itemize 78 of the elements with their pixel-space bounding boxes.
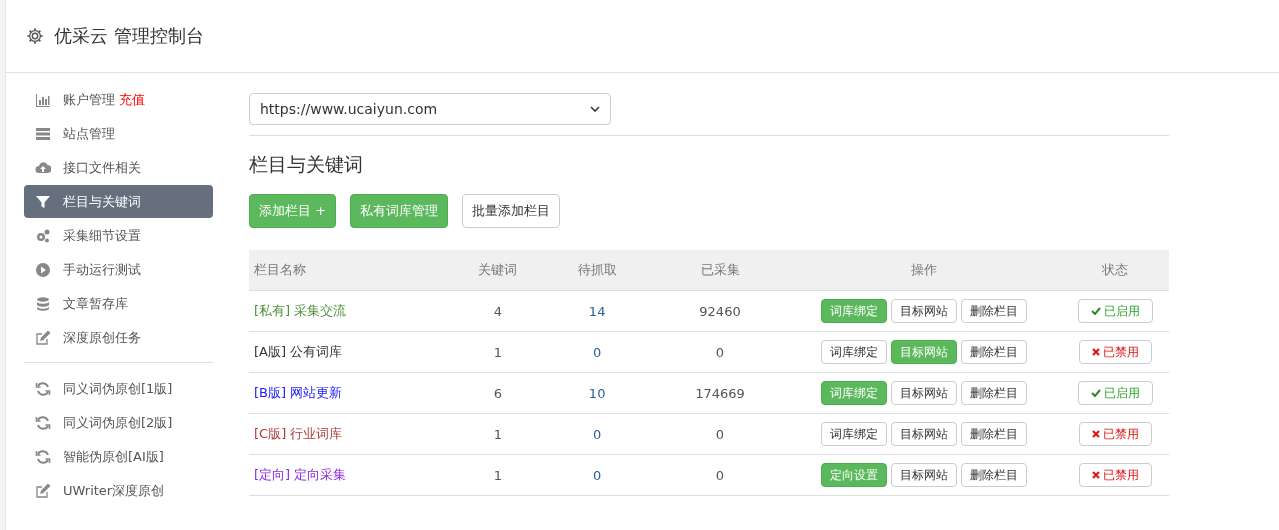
column-header: 状态 — [1061, 250, 1169, 291]
table-cell: 4 — [493, 303, 503, 319]
sidebar-item[interactable]: 接口文件相关 — [24, 151, 213, 184]
status-button[interactable]: 已启用 — [1077, 381, 1153, 405]
action-button[interactable]: 删除栏目 — [961, 299, 1028, 323]
close-icon — [1091, 348, 1100, 356]
table-cell: 10 — [588, 385, 606, 401]
action-button[interactable]: 删除栏目 — [961, 340, 1028, 364]
action-button[interactable]: 删除栏目 — [961, 463, 1028, 487]
sidebar-item[interactable]: 站点管理 — [24, 117, 213, 150]
filter-icon — [35, 193, 51, 210]
section-title: 栏目与关键词 — [249, 152, 364, 177]
cloud-upload-icon — [35, 159, 51, 176]
sidebar-item[interactable]: 同义词伪原创[2版] — [24, 406, 213, 439]
sidebar-item[interactable]: 同义词伪原创[1版] — [24, 372, 213, 405]
refresh-icon — [35, 414, 51, 431]
close-icon — [1091, 430, 1100, 438]
refresh-icon — [35, 448, 51, 465]
check-icon — [1090, 307, 1101, 315]
check-icon — [1090, 389, 1101, 397]
table-cell: 0 — [593, 426, 602, 442]
status-button[interactable]: 已禁用 — [1078, 422, 1152, 446]
sidebar-item[interactable]: 采集细节设置 — [24, 219, 213, 252]
edit-icon — [35, 329, 51, 346]
sidebar-item[interactable]: 栏目与关键词 — [24, 185, 213, 218]
sidebar-item[interactable]: 文章暂存库 — [24, 287, 213, 320]
settings-icon — [26, 27, 44, 45]
table-cell: 1 — [493, 467, 503, 483]
table-cell: 0 — [593, 467, 602, 483]
action-button[interactable]: 目标网站 — [891, 463, 958, 487]
bar-chart-icon — [35, 91, 51, 108]
edit-icon — [35, 482, 51, 499]
recharge-link[interactable]: 充值 — [119, 90, 145, 109]
table-cell: 14 — [588, 303, 606, 319]
table-cell: 0 — [715, 426, 725, 442]
status-button[interactable]: 已禁用 — [1078, 463, 1152, 487]
table-cell: 0 — [715, 344, 725, 360]
column-name-link[interactable]: [私有] 采集交流 — [254, 303, 347, 318]
action-button[interactable]: 目标网站 — [891, 381, 958, 405]
column-header: 关键词 — [454, 250, 541, 291]
action-button[interactable]: 目标网站 — [891, 422, 958, 446]
database-icon — [35, 295, 51, 312]
column-name-link[interactable]: [B版] 网站更新 — [254, 385, 343, 400]
action-button[interactable]: 词库绑定 — [821, 422, 888, 446]
sidebar-item[interactable]: 账户管理 充值 — [24, 83, 213, 116]
close-icon — [1091, 471, 1100, 479]
action-button[interactable]: 删除栏目 — [961, 422, 1028, 446]
server-icon — [35, 125, 51, 142]
column-header: 已采集 — [653, 250, 787, 291]
page-title: 优采云 管理控制台 — [54, 24, 204, 48]
sidebar-item[interactable]: 手动运行测试 — [24, 253, 213, 286]
column-header: 操作 — [786, 250, 1062, 291]
action-button[interactable]: 删除栏目 — [961, 381, 1028, 405]
action-button[interactable]: 目标网站 — [891, 299, 958, 323]
table-cell: 92460 — [699, 303, 741, 319]
column-header: 待抓取 — [540, 250, 654, 291]
toolbar-button[interactable]: 批量添加栏目 — [462, 194, 561, 228]
table-cell: 1 — [493, 344, 503, 360]
column-header: 栏目名称 — [249, 250, 455, 291]
table-cell: 1 — [493, 426, 503, 442]
status-button[interactable]: 已启用 — [1077, 299, 1153, 323]
sidebar-item[interactable]: 深度原创任务 — [24, 321, 213, 354]
play-icon — [35, 261, 51, 278]
status-button[interactable]: 已禁用 — [1078, 340, 1152, 364]
table-cell: 6 — [493, 385, 503, 401]
refresh-icon — [35, 380, 51, 397]
column-name-link[interactable]: [A版] 公有词库 — [254, 344, 343, 359]
sidebar-item[interactable]: UWriter深度原创 — [24, 474, 213, 507]
table-cell: 0 — [715, 467, 725, 483]
sidebar-item[interactable]: 智能伪原创[AI版] — [24, 440, 213, 473]
action-button[interactable]: 词库绑定 — [821, 340, 888, 364]
gears-icon — [35, 227, 51, 244]
table-cell: 0 — [593, 344, 602, 360]
caret-icon — [590, 106, 600, 112]
site-select[interactable]: https://www.ucaiyun.com — [249, 93, 611, 125]
column-name-link[interactable]: [定向] 定向采集 — [254, 467, 347, 482]
column-name-link[interactable]: [C版] 行业词库 — [254, 426, 343, 441]
table-cell: 174669 — [695, 385, 745, 401]
